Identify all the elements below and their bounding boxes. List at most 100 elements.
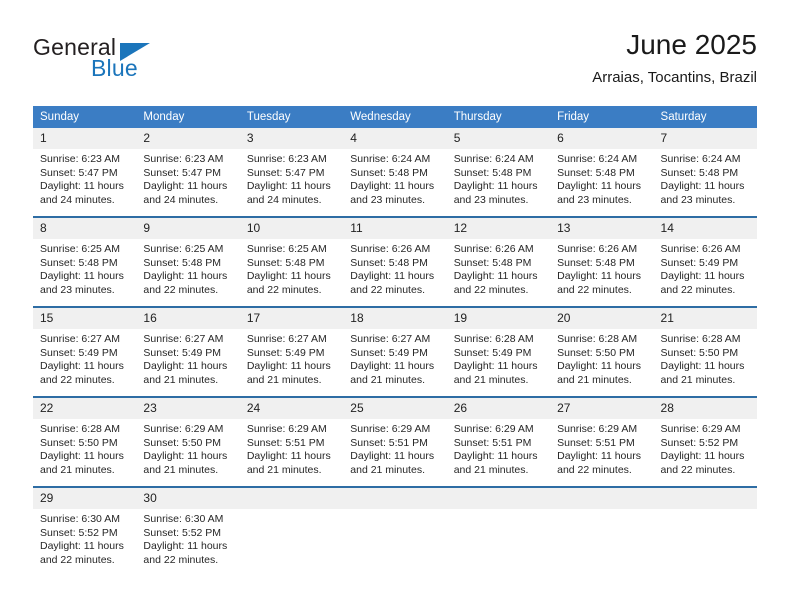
calendar-day-cell[interactable]: 12 Sunrise: 6:26 AM Sunset: 5:48 PM Dayligh…: [446, 216, 551, 307]
day-cell-content: 21 Sunrise: 6:28 AM Sunset: 5:50 PM Dayligh…: [653, 308, 757, 396]
day-sun-info: Sunrise: 6:30 AM Sunset: 5:52 PM Daylight:…: [33, 509, 136, 567]
sunrise-text: Sunrise: 6:27 AM: [143, 333, 224, 345]
daylight-text: Daylight: 11 hours and 21 minutes.: [246, 450, 331, 476]
daylight-text: Daylight: 11 hours and 21 minutes.: [660, 360, 745, 386]
calendar-day-cell[interactable]: 19 Sunrise: 6:28 AM Sunset: 5:49 PM Dayligh…: [446, 306, 551, 397]
calendar-day-cell[interactable]: 26 Sunrise: 6:29 AM Sunset: 5:51 PM Dayligh…: [446, 396, 551, 487]
calendar-day-cell[interactable]: 15 Sunrise: 6:27 AM Sunset: 5:49 PM Dayligh…: [33, 306, 137, 397]
day-number: 14: [653, 218, 757, 239]
sunset-text: Sunset: 5:51 PM: [246, 436, 325, 449]
calendar-day-cell[interactable]: 3 Sunrise: 6:23 AM Sunset: 5:47 PM Daylight…: [239, 128, 344, 217]
sunset-text: Sunset: 5:52 PM: [660, 436, 739, 449]
daylight-text: Daylight: 11 hours and 23 minutes.: [557, 180, 641, 206]
calendar-day-cell[interactable]: 6 Sunrise: 6:24 AM Sunset: 5:48 PM Daylight…: [550, 128, 654, 217]
day-sun-info: Sunrise: 6:29 AM Sunset: 5:51 PM Daylight:…: [343, 419, 446, 477]
calendar-day-cell[interactable]: 24 Sunrise: 6:29 AM Sunset: 5:51 PM Dayligh…: [239, 396, 344, 487]
weekday-header-friday: Friday: [550, 106, 654, 128]
day-cell-content: 29 Sunrise: 6:30 AM Sunset: 5:52 PM Dayligh…: [33, 488, 137, 576]
calendar-day-cell[interactable]: 18 Sunrise: 6:27 AM Sunset: 5:49 PM Dayligh…: [343, 306, 447, 397]
day-sun-info: [240, 509, 343, 513]
day-sun-info: Sunrise: 6:25 AM Sunset: 5:48 PM Daylight:…: [240, 239, 343, 297]
calendar-day-cell[interactable]: 21 Sunrise: 6:28 AM Sunset: 5:50 PM Dayligh…: [653, 306, 757, 397]
day-number: 19: [446, 308, 551, 329]
sunset-text: Sunset: 5:49 PM: [143, 346, 222, 359]
weekday-header-tuesday: Tuesday: [239, 106, 344, 128]
sunrise-text: Sunrise: 6:24 AM: [660, 153, 741, 165]
calendar-day-cell[interactable]: 11 Sunrise: 6:26 AM Sunset: 5:48 PM Dayligh…: [343, 216, 447, 307]
calendar-day-cell[interactable]: 2 Sunrise: 6:23 AM Sunset: 5:47 PM Daylight…: [136, 128, 240, 217]
calendar-day-cell[interactable]: 13 Sunrise: 6:26 AM Sunset: 5:48 PM Dayligh…: [550, 216, 654, 307]
day-number: [653, 488, 757, 509]
day-sun-info: [654, 509, 757, 513]
calendar-day-cell[interactable]: 25 Sunrise: 6:29 AM Sunset: 5:51 PM Dayligh…: [343, 396, 447, 487]
calendar-day-cell[interactable]: 5 Sunrise: 6:24 AM Sunset: 5:48 PM Daylight…: [446, 128, 551, 217]
daylight-text: Daylight: 11 hours and 22 minutes.: [557, 270, 641, 296]
day-sun-info: Sunrise: 6:26 AM Sunset: 5:48 PM Daylight:…: [447, 239, 550, 297]
day-sun-info: Sunrise: 6:29 AM Sunset: 5:52 PM Daylight:…: [654, 419, 757, 477]
sunset-text: Sunset: 5:49 PM: [660, 256, 739, 269]
day-sun-info: [447, 509, 550, 513]
calendar-day-cell[interactable]: 16 Sunrise: 6:27 AM Sunset: 5:49 PM Dayligh…: [136, 306, 240, 397]
daylight-text: Daylight: 11 hours and 23 minutes.: [40, 270, 124, 296]
sunset-text: Sunset: 5:48 PM: [557, 256, 635, 269]
calendar-day-cell[interactable]: 30 Sunrise: 6:30 AM Sunset: 5:52 PM Dayligh…: [136, 486, 240, 576]
day-number: 11: [343, 218, 447, 239]
daylight-text: Daylight: 11 hours and 22 minutes.: [40, 360, 124, 386]
day-sun-info: Sunrise: 6:27 AM Sunset: 5:49 PM Daylight:…: [240, 329, 343, 387]
daylight-text: Daylight: 11 hours and 22 minutes.: [143, 270, 228, 296]
sunrise-text: Sunrise: 6:27 AM: [350, 333, 431, 345]
general-blue-logo[interactable]: General Blue: [33, 34, 173, 86]
calendar-day-cell[interactable]: 22 Sunrise: 6:28 AM Sunset: 5:50 PM Dayligh…: [33, 396, 137, 487]
daylight-text: Daylight: 11 hours and 22 minutes.: [350, 270, 435, 296]
calendar-week-row: 8 Sunrise: 6:25 AM Sunset: 5:48 PM Daylight…: [33, 216, 757, 307]
sunrise-text: Sunrise: 6:24 AM: [453, 153, 534, 165]
sunrise-text: Sunrise: 6:23 AM: [246, 153, 327, 165]
calendar-day-cell[interactable]: 23 Sunrise: 6:29 AM Sunset: 5:50 PM Dayligh…: [136, 396, 240, 487]
day-sun-info: Sunrise: 6:30 AM Sunset: 5:52 PM Daylight:…: [136, 509, 239, 567]
title-block: June 2025 Arraias, Tocantins, Brazil: [592, 28, 757, 89]
calendar-day-cell[interactable]: 27 Sunrise: 6:29 AM Sunset: 5:51 PM Dayligh…: [550, 396, 654, 487]
calendar-day-cell[interactable]: 28 Sunrise: 6:29 AM Sunset: 5:52 PM Dayligh…: [653, 396, 757, 487]
day-sun-info: Sunrise: 6:27 AM Sunset: 5:49 PM Daylight:…: [136, 329, 239, 387]
sunrise-text: Sunrise: 6:24 AM: [557, 153, 638, 165]
calendar-day-cell[interactable]: 1 Sunrise: 6:23 AM Sunset: 5:47 PM Daylight…: [33, 128, 137, 217]
calendar-day-cell[interactable]: 7 Sunrise: 6:24 AM Sunset: 5:48 PM Daylight…: [653, 128, 757, 217]
daylight-text: Daylight: 11 hours and 21 minutes.: [350, 360, 435, 386]
day-sun-info: Sunrise: 6:29 AM Sunset: 5:51 PM Daylight:…: [240, 419, 343, 477]
day-cell-content: 1 Sunrise: 6:23 AM Sunset: 5:47 PM Daylight…: [33, 128, 137, 216]
day-number: 17: [239, 308, 344, 329]
sunrise-text: Sunrise: 6:29 AM: [557, 423, 638, 435]
calendar-day-cell[interactable]: 8 Sunrise: 6:25 AM Sunset: 5:48 PM Daylight…: [33, 216, 137, 307]
day-sun-info: [550, 509, 653, 513]
day-cell-content: 24 Sunrise: 6:29 AM Sunset: 5:51 PM Dayligh…: [239, 398, 344, 486]
day-number: [550, 488, 654, 509]
day-cell-content: 19 Sunrise: 6:28 AM Sunset: 5:49 PM Dayligh…: [446, 308, 551, 396]
day-number: 13: [550, 218, 654, 239]
calendar-day-cell[interactable]: 14 Sunrise: 6:26 AM Sunset: 5:49 PM Dayligh…: [653, 216, 757, 307]
page-header: General Blue June 2025 Arraias, Tocantin…: [33, 28, 757, 100]
day-number: 5: [446, 128, 551, 149]
calendar-day-cell[interactable]: 20 Sunrise: 6:28 AM Sunset: 5:50 PM Dayligh…: [550, 306, 654, 397]
page-title: June 2025: [626, 29, 757, 60]
calendar-day-cell: [343, 486, 447, 576]
day-cell-content: 16 Sunrise: 6:27 AM Sunset: 5:49 PM Dayligh…: [136, 308, 240, 396]
day-sun-info: Sunrise: 6:24 AM Sunset: 5:48 PM Daylight:…: [447, 149, 550, 207]
calendar-day-cell: [239, 486, 344, 576]
sunrise-text: Sunrise: 6:29 AM: [350, 423, 431, 435]
daylight-text: Daylight: 11 hours and 22 minutes.: [246, 270, 331, 296]
sunset-text: Sunset: 5:49 PM: [453, 346, 532, 359]
calendar-day-cell[interactable]: 9 Sunrise: 6:25 AM Sunset: 5:48 PM Daylight…: [136, 216, 240, 307]
daylight-text: Daylight: 11 hours and 22 minutes.: [557, 450, 641, 476]
day-number: 27: [550, 398, 654, 419]
daylight-text: Daylight: 11 hours and 24 minutes.: [143, 180, 228, 206]
calendar-week-row: 1 Sunrise: 6:23 AM Sunset: 5:47 PM Daylight…: [33, 128, 757, 217]
calendar-day-cell[interactable]: 4 Sunrise: 6:24 AM Sunset: 5:48 PM Daylight…: [343, 128, 447, 217]
calendar-day-cell[interactable]: 10 Sunrise: 6:25 AM Sunset: 5:48 PM Dayligh…: [239, 216, 344, 307]
calendar-day-cell[interactable]: 17 Sunrise: 6:27 AM Sunset: 5:49 PM Dayligh…: [239, 306, 344, 397]
sunset-text: Sunset: 5:49 PM: [40, 346, 118, 359]
day-sun-info: Sunrise: 6:28 AM Sunset: 5:50 PM Daylight:…: [654, 329, 757, 387]
day-cell-content: 25 Sunrise: 6:29 AM Sunset: 5:51 PM Dayligh…: [343, 398, 447, 486]
day-number: 7: [653, 128, 757, 149]
sunrise-text: Sunrise: 6:30 AM: [143, 513, 224, 525]
calendar-day-cell[interactable]: 29 Sunrise: 6:30 AM Sunset: 5:52 PM Dayligh…: [33, 486, 137, 576]
